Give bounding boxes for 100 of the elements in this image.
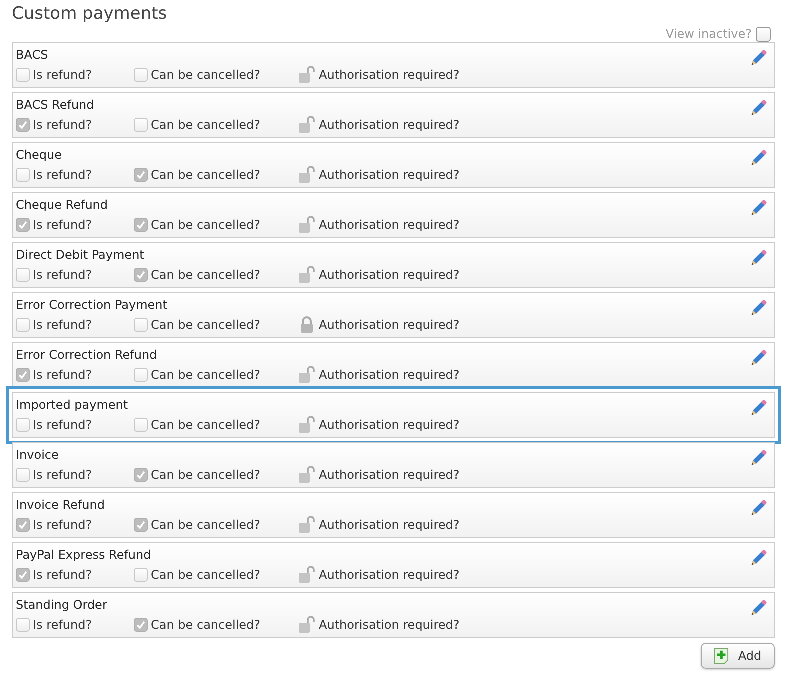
cancel-label: Can be cancelled? (151, 418, 261, 432)
cancel-checkbox[interactable] (134, 518, 148, 532)
payment-name: Invoice Refund (16, 497, 106, 514)
cancel-checkbox[interactable] (134, 418, 148, 432)
refund-label: Is refund? (33, 418, 92, 432)
payment-row[interactable]: Cheque Is refund? Can be cancelled? Authorisation required? (12, 142, 775, 188)
refund-label: Is refund? (33, 318, 92, 332)
edit-pencil-icon[interactable] (749, 449, 768, 468)
open-padlock-icon[interactable] (298, 116, 316, 134)
payment-name: PayPal Express Refund (16, 547, 152, 564)
page-title: Custom payments (12, 3, 168, 26)
refund-label: Is refund? (33, 568, 92, 582)
open-padlock-icon[interactable] (298, 466, 316, 484)
refund-label: Is refund? (33, 518, 92, 532)
cancel-checkbox[interactable] (134, 68, 148, 82)
payment-name: Imported payment (16, 397, 130, 414)
refund-checkbox[interactable] (16, 618, 30, 632)
payment-row[interactable]: Standing Order Is refund? Can be cancelled? Authorisation required? (12, 592, 775, 638)
open-padlock-icon[interactable] (298, 566, 316, 584)
authorisation-label: Authorisation required? (319, 468, 460, 482)
edit-pencil-icon[interactable] (749, 49, 768, 68)
payment-name: Cheque (16, 147, 63, 164)
cancel-checkbox[interactable] (134, 118, 148, 132)
refund-checkbox[interactable] (16, 518, 30, 532)
payment-row[interactable]: PayPal Express Refund Is refund? Can be cancelled? Authorisation required? (12, 542, 775, 588)
refund-label: Is refund? (33, 468, 92, 482)
cancel-label: Can be cancelled? (151, 318, 261, 332)
authorisation-label: Authorisation required? (319, 318, 460, 332)
open-padlock-icon[interactable] (298, 616, 316, 634)
authorisation-label: Authorisation required? (319, 168, 460, 182)
payment-row[interactable]: Imported payment Is refund? Can be cancelled? Authorisation required? (6, 386, 781, 444)
edit-pencil-icon[interactable] (749, 599, 768, 618)
cancel-checkbox[interactable] (134, 268, 148, 282)
payment-name: Invoice (16, 447, 60, 464)
edit-pencil-icon[interactable] (749, 299, 768, 318)
payment-name: Cheque Refund (16, 197, 110, 214)
open-padlock-icon[interactable] (298, 66, 316, 84)
refund-checkbox[interactable] (16, 568, 30, 582)
padlock-icon[interactable] (298, 316, 316, 334)
edit-pencil-icon[interactable] (749, 349, 768, 368)
edit-pencil-icon[interactable] (749, 399, 768, 418)
refund-checkbox[interactable] (16, 368, 30, 382)
payment-row[interactable]: Error Correction Payment Is refund? Can be cancelled? Authorisation required? (12, 292, 775, 338)
refund-checkbox[interactable] (16, 218, 30, 232)
payment-row[interactable]: BACS Refund Is refund? Can be cancelled? Authorisation required? (12, 92, 775, 138)
authorisation-label: Authorisation required? (319, 518, 460, 532)
cancel-checkbox[interactable] (134, 618, 148, 632)
authorisation-label: Authorisation required? (319, 218, 460, 232)
cancel-checkbox[interactable] (134, 468, 148, 482)
refund-checkbox[interactable] (16, 168, 30, 182)
refund-checkbox[interactable] (16, 268, 30, 282)
edit-pencil-icon[interactable] (749, 499, 768, 518)
edit-pencil-icon[interactable] (749, 199, 768, 218)
payment-row[interactable]: Invoice Is refund? Can be cancelled? Authorisation required? (12, 442, 775, 488)
view-inactive-label: View inactive? (666, 27, 752, 41)
payment-name: Error Correction Payment (16, 297, 168, 314)
refund-label: Is refund? (33, 218, 92, 232)
cancel-checkbox[interactable] (134, 368, 148, 382)
payment-row[interactable]: Invoice Refund Is refund? Can be cancelled? Authorisation required? (12, 492, 775, 538)
payment-row[interactable]: Cheque Refund Is refund? Can be cancelled? Authorisation required? (12, 192, 775, 238)
open-padlock-icon[interactable] (298, 266, 316, 284)
payment-name: Standing Order (16, 597, 108, 614)
edit-pencil-icon[interactable] (749, 149, 768, 168)
payment-row[interactable]: Direct Debit Payment Is refund? Can be cancelled? Authorisation required? (12, 242, 775, 288)
authorisation-label: Authorisation required? (319, 268, 460, 282)
edit-pencil-icon[interactable] (749, 249, 768, 268)
cancel-label: Can be cancelled? (151, 618, 261, 632)
authorisation-label: Authorisation required? (319, 618, 460, 632)
refund-checkbox[interactable] (16, 468, 30, 482)
refund-checkbox[interactable] (16, 318, 30, 332)
open-padlock-icon[interactable] (298, 166, 316, 184)
edit-pencil-icon[interactable] (749, 99, 768, 118)
cancel-checkbox[interactable] (134, 168, 148, 182)
refund-checkbox[interactable] (16, 118, 30, 132)
open-padlock-icon[interactable] (298, 516, 316, 534)
cancel-label: Can be cancelled? (151, 168, 261, 182)
refund-checkbox[interactable] (16, 68, 30, 82)
authorisation-label: Authorisation required? (319, 118, 460, 132)
refund-checkbox[interactable] (16, 418, 30, 432)
cancel-checkbox[interactable] (134, 568, 148, 582)
authorisation-label: Authorisation required? (319, 368, 460, 382)
payment-row[interactable]: BACS Is refund? Can be cancelled? Authorisation required? (12, 42, 775, 88)
authorisation-label: Authorisation required? (319, 568, 460, 582)
cancel-checkbox[interactable] (134, 318, 148, 332)
refund-label: Is refund? (33, 368, 92, 382)
open-padlock-icon[interactable] (298, 216, 316, 234)
cancel-label: Can be cancelled? (151, 268, 261, 282)
cancel-label: Can be cancelled? (151, 218, 261, 232)
add-button[interactable]: Add (701, 643, 775, 669)
cancel-checkbox[interactable] (134, 218, 148, 232)
payment-row[interactable]: Error Correction Refund Is refund? Can be cancelled? Authorisation required? (12, 342, 775, 388)
authorisation-label: Authorisation required? (319, 68, 460, 82)
cancel-label: Can be cancelled? (151, 568, 261, 582)
edit-pencil-icon[interactable] (749, 549, 768, 568)
payment-name: BACS (16, 47, 50, 64)
cancel-label: Can be cancelled? (151, 468, 261, 482)
refund-label: Is refund? (33, 118, 92, 132)
open-padlock-icon[interactable] (298, 366, 316, 384)
open-padlock-icon[interactable] (298, 416, 316, 434)
payment-name: Direct Debit Payment (16, 247, 146, 264)
